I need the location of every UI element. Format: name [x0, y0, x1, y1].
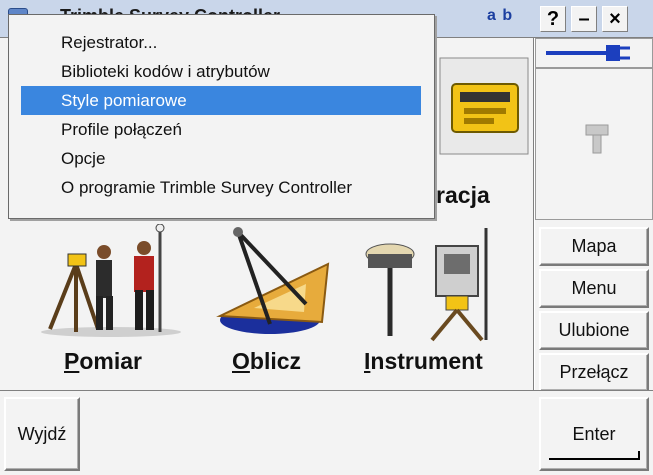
- antenna-icon: [585, 124, 609, 154]
- minimize-button[interactable]: –: [571, 6, 597, 32]
- instrument-status: [535, 68, 653, 220]
- app-tile-instrument[interactable]: Instrument: [360, 224, 530, 384]
- menu-button[interactable]: Menu: [539, 269, 649, 308]
- menu-item-biblioteki[interactable]: Biblioteki kodów i atrybutów: [21, 57, 421, 86]
- menu-item-o-programie[interactable]: O programie Trimble Survey Controller: [21, 173, 421, 202]
- app-tile-oblicz[interactable]: Oblicz: [210, 224, 350, 384]
- app-tile-pomiar[interactable]: Pomiar: [36, 223, 196, 384]
- menu-item-opcje[interactable]: Opcje: [21, 144, 421, 173]
- app-label-instrument: Instrument: [364, 348, 483, 374]
- app-label-pomiar: Pomiar: [64, 348, 142, 374]
- softkey-bar: Wyjdź Enter: [0, 390, 653, 475]
- connection-status: [535, 38, 653, 68]
- favorites-button[interactable]: Ulubione: [539, 311, 649, 350]
- menu-item-profile[interactable]: Profile połączeń: [21, 115, 421, 144]
- side-panel: Mapa Menu Ulubione Przełącz: [535, 38, 653, 392]
- input-mode-indicator[interactable]: a b: [487, 7, 513, 25]
- menu-item-style-pomiarowe[interactable]: Style pomiarowe: [21, 86, 421, 115]
- surveyors-icon: [41, 223, 181, 337]
- enter-button[interactable]: Enter: [539, 397, 649, 471]
- app-label-oblicz: Oblicz: [232, 348, 302, 374]
- menu-item-rejestrator[interactable]: Rejestrator...: [21, 28, 421, 57]
- exit-button[interactable]: Wyjdź: [4, 397, 80, 471]
- map-button[interactable]: Mapa: [539, 227, 649, 266]
- app-tile-konfiguracja[interactable]: uracja: [420, 38, 532, 218]
- configuration-case-icon: [439, 57, 529, 155]
- context-menu: Rejestrator... Biblioteki kodów i atrybu…: [8, 14, 435, 219]
- help-button[interactable]: ?: [540, 6, 566, 32]
- compass-triangle-icon: [216, 227, 330, 334]
- close-icon: ×: [609, 8, 621, 30]
- enter-underline-icon: [549, 451, 640, 460]
- switch-button[interactable]: Przełącz: [539, 353, 649, 392]
- help-icon: ?: [546, 8, 560, 30]
- close-button[interactable]: ×: [602, 6, 628, 32]
- connector-plug-icon: [546, 45, 630, 61]
- gnss-total-station-icon: [365, 228, 488, 342]
- minimize-icon: –: [578, 8, 590, 30]
